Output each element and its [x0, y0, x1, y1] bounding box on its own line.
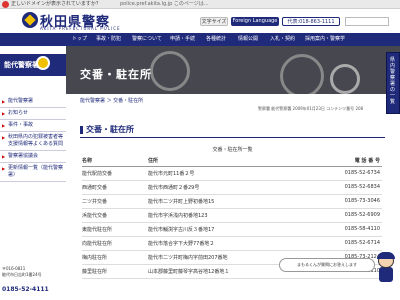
table-row: 向能代駐在所 能代市落合字下大野77番地２ 0185-52-6714: [82, 236, 382, 251]
breadcrumb[interactable]: 能代警察署 ＞ 交番・駐在所: [80, 97, 143, 104]
sidebar-item-incidents[interactable]: 事件・事故: [0, 120, 66, 132]
cell-phone: 0185-73-3046: [318, 194, 382, 209]
column-header-name: 名称: [82, 156, 148, 167]
side-tab-label: 県内警察署の一覧: [390, 57, 396, 105]
nav-item-disclosure[interactable]: 情報公開: [238, 33, 258, 46]
cell-phone: 0185-52-6909: [318, 208, 382, 223]
page-title: 交番・駐在所: [80, 68, 152, 81]
cell-name: 向能代駐在所: [82, 236, 148, 251]
motorcycle-wheel-image: [330, 64, 360, 94]
cell-address: 能代市落合字下大野77番地２: [148, 236, 318, 251]
sidebar-heading[interactable]: 能代警察署: [0, 54, 66, 76]
cell-name: 西通町交番: [82, 180, 148, 195]
table-row: 二ツ井交番 能代市二ツ井町上野初番地15 0185-73-3046: [82, 194, 382, 209]
site-logo-subtitle: AKITA PREFECTURAL POLICE: [40, 26, 121, 31]
sidebar-item-updates[interactable]: 更新情報一覧（能代警察署）: [0, 163, 66, 182]
column-header-phone: 電 話 番 号: [318, 156, 382, 167]
cell-phone: 0185-52-6714: [318, 236, 382, 251]
police-emblem-icon[interactable]: [22, 12, 38, 28]
table-row: 西通町交番 能代市西通町２番29号 0185-52-6834: [82, 180, 382, 195]
cell-name: 梅内駐在所: [82, 250, 148, 265]
cell-name: 浜能代交番: [82, 208, 148, 223]
main-nav: トップ 事故・防犯 警察について 申請・手続 各種統計 情報公開 入札・契約 採…: [0, 33, 400, 46]
browser-warning-bar: 正しいドメインが表示されていますか？ police.pref.akita.lg.…: [0, 0, 400, 9]
motorcycle-wheel-image: [150, 51, 190, 91]
nav-item-procedures[interactable]: 申請・手続: [170, 33, 195, 46]
cell-name: 二ツ井交番: [82, 194, 148, 209]
table-header-row: 名称 住所 電 話 番 号: [82, 156, 382, 167]
search-input[interactable]: [345, 17, 389, 26]
section-title: 交番・駐在所: [80, 124, 385, 138]
cell-address: 能代市鰄渕字古川反３番地17: [148, 222, 318, 237]
table-caption: 交番・駐在所一覧: [212, 147, 253, 153]
cell-name: 藤里駐在所: [82, 264, 148, 279]
cell-address: 能代市西通町２番29号: [148, 180, 318, 195]
phone-call-button[interactable]: 代表:018-863-1111: [282, 17, 340, 26]
station-list-side-tab[interactable]: 県内警察署の一覧: [386, 52, 400, 114]
cell-address: 能代市字浜浅内初番地123: [148, 208, 318, 223]
cell-name: 能代駅前交番: [82, 166, 148, 181]
sidebar-item-council[interactable]: 警察署協議会: [0, 151, 66, 163]
column-header-address: 住所: [148, 156, 318, 167]
cell-phone: 0185-52-6734: [318, 166, 382, 181]
sidebar-item-victim-support[interactable]: 秋田県内の犯罪被害者等支援情報等よくある質問: [0, 132, 66, 151]
table-row: 能代駅前交番 能代市元町11番２号 0185-52-6734: [82, 166, 382, 181]
sidebar-item-news[interactable]: お知らせ: [0, 108, 66, 120]
mascot-cap: [377, 252, 395, 259]
nav-item-top[interactable]: トップ: [72, 33, 87, 46]
cell-name: 東能代駐在所: [82, 222, 148, 237]
nav-item-safety[interactable]: 事故・防犯: [96, 33, 121, 46]
motorcycle-wheel-image: [280, 54, 324, 94]
sidebar-menu: 能代警察署 お知らせ 事件・事故 秋田県内の犯罪被害者等支援情報等よくある質問 …: [0, 96, 66, 182]
cell-address: 能代市元町11番２号: [148, 166, 318, 181]
police-badge-icon: [36, 56, 50, 70]
font-size-button[interactable]: 文字サイズ: [200, 17, 228, 26]
foreign-language-button[interactable]: Foreign Language: [231, 17, 279, 26]
url-text: police.pref.akita.lg.jp このページは...: [120, 1, 209, 7]
sidebar-contact: 〒016-0811 能代市日吉町1番24号: [0, 266, 66, 278]
nav-item-bids[interactable]: 入札・契約: [270, 33, 295, 46]
chat-bubble[interactable]: まもるくんが質問にお答えします: [279, 258, 375, 272]
cell-phone: 0185-58-4110: [318, 222, 382, 237]
warning-icon: [2, 1, 9, 8]
page-meta: 警察署 能代警察署 2009年01月23日 コンテンツ番号 208: [258, 106, 364, 111]
cell-phone: 0185-52-6834: [318, 180, 382, 195]
station-phone[interactable]: 0185-52-4111: [2, 286, 49, 293]
cell-address: 能代市二ツ井町上野初番地15: [148, 194, 318, 209]
table-row: 東能代駐在所 能代市鰄渕字古川反３番地17 0185-58-4110: [82, 222, 382, 237]
nav-item-recruit[interactable]: 採用案内・警察学: [305, 33, 345, 46]
mascot-body: [379, 267, 393, 282]
nav-item-about[interactable]: 警察について: [132, 33, 162, 46]
address: 能代市日吉町1番24号: [2, 272, 42, 277]
nav-item-statistics[interactable]: 各種統計: [206, 33, 226, 46]
sidebar-item-station[interactable]: 能代警察署: [0, 96, 66, 108]
mascot-icon[interactable]: [374, 252, 398, 282]
table-row: 浜能代交番 能代市字浜浅内初番地123 0185-52-6909: [82, 208, 382, 223]
warning-text: 正しいドメインが表示されていますか？: [11, 1, 101, 7]
